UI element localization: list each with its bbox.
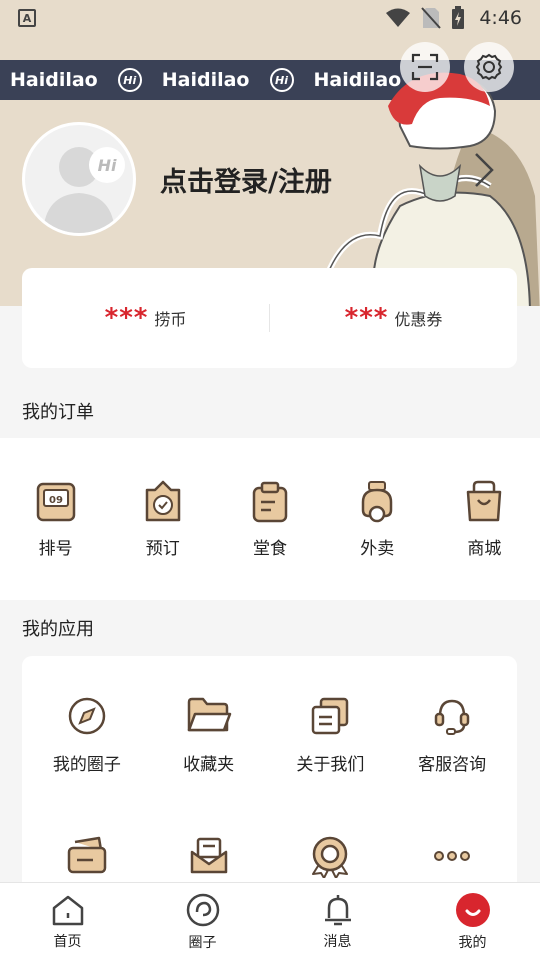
queue-number-icon: 09 xyxy=(36,482,75,521)
orders-row: 09 排号 预订 堂食 外卖 商城 xyxy=(0,438,540,600)
reservation-icon xyxy=(145,480,181,521)
nav-label: 消息 xyxy=(323,933,352,950)
home-icon xyxy=(52,895,83,925)
app-label: 收藏夹 xyxy=(183,755,235,775)
bottom-navigation: 首页 圈子 消息 我的 xyxy=(0,882,540,960)
order-label: 排号 xyxy=(38,538,73,559)
nav-messages[interactable]: 消息 xyxy=(270,883,405,960)
nav-label: 圈子 xyxy=(188,934,217,951)
card-icon xyxy=(67,836,107,874)
avatar-badge: Hi xyxy=(98,156,117,175)
coupons-label: 优惠券 xyxy=(394,310,443,329)
brand-name: Haidilao xyxy=(10,69,98,91)
settings-button[interactable] xyxy=(464,42,514,92)
order-dine-in[interactable]: 堂食 xyxy=(216,480,323,559)
order-queue[interactable]: 09 排号 xyxy=(2,480,109,559)
coins-entry[interactable]: *** 捞币 xyxy=(22,303,269,333)
compass-icon xyxy=(68,697,106,735)
scan-button[interactable] xyxy=(400,42,450,92)
profile-face-icon xyxy=(455,892,490,927)
app-my-circle[interactable]: 我的圈子 xyxy=(26,656,148,796)
login-register-link[interactable]: 点击登录/注册 xyxy=(160,160,332,199)
app-medal[interactable] xyxy=(270,796,392,896)
circle-icon xyxy=(186,893,219,926)
order-label: 堂食 xyxy=(253,538,287,559)
gear-icon xyxy=(475,53,503,81)
app-about-us[interactable]: 关于我们 xyxy=(270,656,392,796)
queue-badge: 09 xyxy=(49,495,63,506)
nav-circle[interactable]: 圈子 xyxy=(135,883,270,960)
header-actions xyxy=(400,42,514,92)
app-notification-icon: A xyxy=(18,9,36,27)
app-label: 我的圈子 xyxy=(52,755,121,775)
order-label: 商城 xyxy=(467,538,502,559)
more-icon xyxy=(434,851,471,861)
headset-icon xyxy=(434,699,470,735)
app-label: 客服咨询 xyxy=(418,755,487,775)
dine-in-icon xyxy=(252,481,288,522)
folder-icon xyxy=(187,697,231,732)
orders-section-title: 我的订单 xyxy=(22,402,94,423)
coins-value: *** xyxy=(104,303,149,333)
brand-logo-icon: Hi xyxy=(269,68,294,92)
avatar[interactable]: Hi xyxy=(22,122,136,236)
battery-icon xyxy=(452,6,465,29)
mail-icon xyxy=(190,837,227,874)
no-sim-icon xyxy=(421,7,442,29)
default-avatar-icon: Hi xyxy=(43,147,125,233)
order-label: 预订 xyxy=(145,538,180,559)
coupons-entry[interactable]: *** 优惠券 xyxy=(270,303,517,333)
apps-grid: 我的圈子 收藏夹 关于我们 客服咨询 xyxy=(22,656,517,896)
medal-icon xyxy=(312,836,349,878)
app-label: 关于我们 xyxy=(296,755,365,775)
document-icon xyxy=(312,697,349,735)
profile-login[interactable]: Hi 点击登录/注册 xyxy=(22,122,332,236)
scan-icon xyxy=(411,53,439,81)
order-shop[interactable]: 商城 xyxy=(431,480,538,559)
app-favorites[interactable]: 收藏夹 xyxy=(148,656,270,796)
coupons-value: *** xyxy=(344,303,389,333)
order-reservation[interactable]: 预订 xyxy=(109,480,216,559)
bell-icon xyxy=(324,894,351,925)
chevron-right-icon[interactable] xyxy=(472,150,496,190)
apps-section-title: 我的应用 xyxy=(22,619,94,640)
app-card[interactable] xyxy=(26,796,148,896)
coins-label: 捞币 xyxy=(154,310,187,329)
assets-card: *** 捞币 *** 优惠券 xyxy=(22,268,517,368)
app-message[interactable] xyxy=(148,796,270,896)
shop-bag-icon xyxy=(467,480,502,521)
delivery-icon xyxy=(361,480,393,522)
wifi-icon xyxy=(386,8,411,27)
order-delivery[interactable]: 外卖 xyxy=(324,480,431,559)
order-label: 外卖 xyxy=(360,538,395,559)
nav-label: 我的 xyxy=(458,934,487,951)
status-bar: A 4:46 xyxy=(0,0,540,36)
nav-label: 首页 xyxy=(53,933,82,950)
status-time: 4:46 xyxy=(479,7,522,29)
nav-me[interactable]: 我的 xyxy=(405,883,540,960)
app-customer-service[interactable]: 客服咨询 xyxy=(391,656,513,796)
app-more[interactable] xyxy=(391,796,513,896)
brand-name: Haidilao xyxy=(161,69,250,91)
brand-logo-icon: Hi xyxy=(117,68,142,92)
nav-home[interactable]: 首页 xyxy=(0,883,135,960)
